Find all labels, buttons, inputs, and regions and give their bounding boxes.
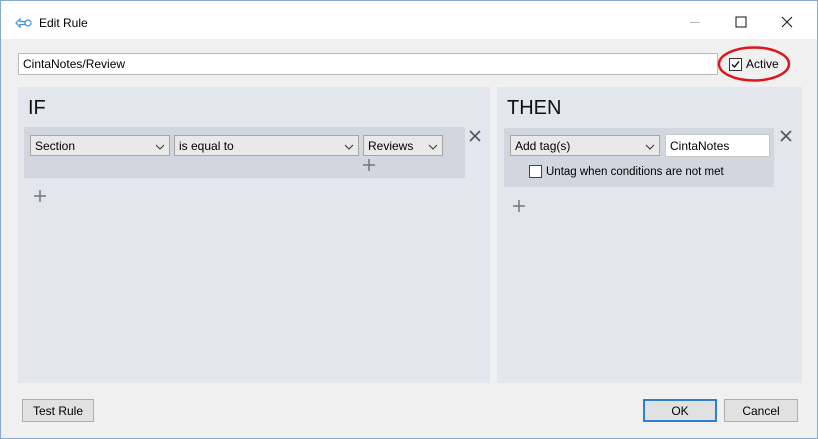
- highlight-ellipse: [717, 46, 791, 82]
- maximize-icon: [735, 16, 747, 31]
- condition-operator-select[interactable]: is equal to: [174, 135, 359, 156]
- chevron-down-icon: [344, 141, 354, 151]
- untag-label: Untag when conditions are not met: [546, 165, 724, 178]
- minimize-button[interactable]: [679, 9, 711, 37]
- condition-field-value: Section: [35, 139, 76, 153]
- if-heading: IF: [28, 97, 46, 119]
- rule-name-input[interactable]: CintaNotes/Review: [18, 53, 718, 75]
- chevron-down-icon: [155, 141, 165, 151]
- untag-checkbox-row[interactable]: Untag when conditions are not met: [529, 165, 724, 178]
- remove-condition-button[interactable]: [468, 129, 482, 145]
- minimize-icon: [689, 16, 701, 31]
- tag-input[interactable]: CintaNotes: [665, 134, 770, 157]
- plus-icon: [34, 189, 46, 205]
- condition-value-select[interactable]: Reviews: [363, 135, 443, 156]
- chevron-down-icon: [645, 141, 655, 151]
- if-panel: IF Section is equal to Reviews: [18, 87, 490, 383]
- close-icon: [780, 129, 792, 145]
- add-action-button[interactable]: [512, 199, 526, 215]
- chevron-down-icon: [428, 141, 438, 151]
- action-row: Add tag(s) CintaNotes Untag when conditi…: [504, 128, 774, 187]
- cancel-button[interactable]: Cancel: [724, 399, 798, 422]
- untag-checkbox[interactable]: [529, 165, 542, 178]
- edit-rule-dialog: Edit Rule CintaNotes/Review Active IF Se…: [0, 0, 818, 439]
- then-heading: THEN: [507, 97, 562, 119]
- test-rule-button[interactable]: Test Rule: [22, 399, 94, 422]
- title-bar[interactable]: Edit Rule: [1, 1, 817, 39]
- condition-value: Reviews: [368, 139, 414, 153]
- add-condition-button[interactable]: [33, 189, 47, 205]
- ok-button[interactable]: OK: [643, 399, 717, 422]
- condition-operator-value: is equal to: [179, 139, 234, 153]
- action-type-select[interactable]: Add tag(s): [510, 135, 660, 156]
- then-panel: THEN Add tag(s) CintaNotes Untag when co…: [497, 87, 802, 383]
- plus-icon: [513, 199, 525, 215]
- close-icon: [469, 129, 481, 145]
- action-type-value: Add tag(s): [515, 139, 571, 153]
- maximize-button[interactable]: [725, 9, 757, 37]
- close-icon: [781, 16, 793, 31]
- window-title: Edit Rule: [39, 16, 88, 30]
- condition-row: Section is equal to Reviews: [24, 127, 465, 178]
- add-value-button[interactable]: [362, 158, 376, 174]
- condition-field-select[interactable]: Section: [30, 135, 170, 156]
- plus-icon: [363, 158, 375, 174]
- close-window-button[interactable]: [771, 9, 803, 37]
- remove-action-button[interactable]: [779, 129, 793, 145]
- rule-icon: [15, 17, 33, 29]
